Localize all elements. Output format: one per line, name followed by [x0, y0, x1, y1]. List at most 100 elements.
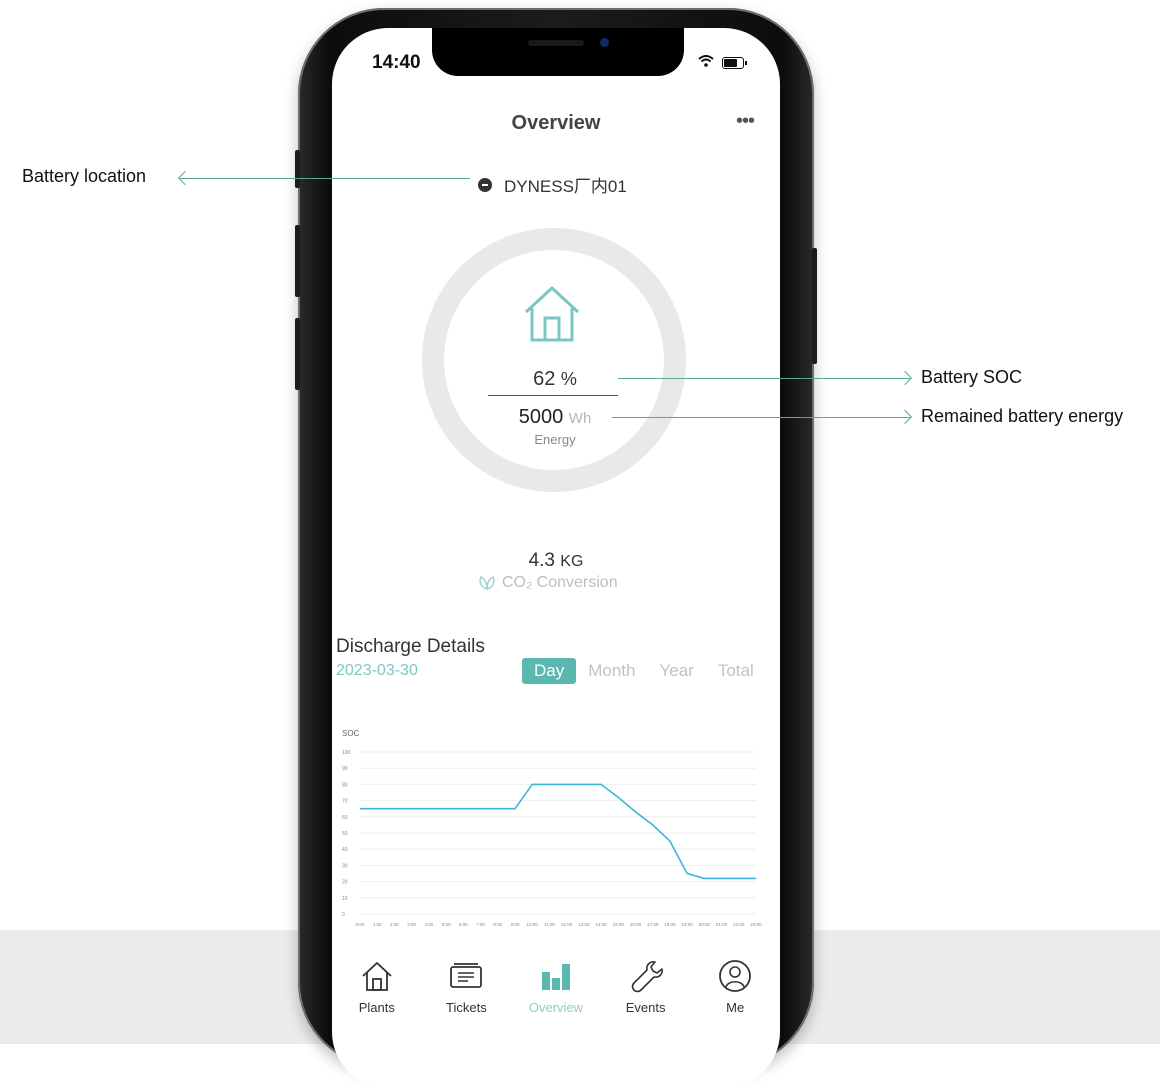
tabbar-label-plants: Plants	[359, 1000, 395, 1015]
mute-switch	[295, 150, 300, 188]
x-tick-label: 5:00	[442, 922, 451, 927]
y-axis-label: SOC	[342, 729, 360, 738]
x-tick-label: 19:00	[681, 922, 693, 927]
co2-unit: KG	[560, 553, 583, 570]
location-name: DYNESS厂内01	[504, 172, 627, 197]
volume-up-button	[295, 225, 300, 297]
annotation-line-soc	[618, 378, 910, 379]
front-camera	[600, 38, 609, 47]
x-tick-label: 17:00	[647, 922, 659, 927]
co2-label: CO₂ Conversion	[502, 574, 618, 592]
y-tick-label: 90	[342, 766, 348, 772]
annotation-line-energy	[612, 417, 910, 418]
tabbar-label-tickets: Tickets	[446, 1000, 487, 1015]
soc-unit: %	[561, 369, 577, 389]
tabbar-label-events: Events	[626, 1000, 666, 1015]
y-tick-label: 100	[342, 750, 351, 756]
y-tick-label: 0	[342, 912, 345, 918]
x-tick-label: 14:00	[595, 922, 607, 927]
ticket-icon	[448, 958, 484, 994]
energy-value: 5000	[519, 406, 564, 428]
annotation-remained-energy: Remained battery energy	[921, 406, 1123, 427]
bottom-tab-bar: Plants Tickets Overview Events	[332, 940, 780, 1020]
discharge-chart: SOC 0 10 20 30 40 50 60 70 80 90 100 0:00 1:00 2:00 3:0…	[332, 718, 772, 938]
y-tick-label: 60	[342, 815, 348, 821]
x-tick-label: 9:00	[511, 922, 520, 927]
wifi-icon	[698, 54, 714, 71]
home-icon	[359, 958, 395, 994]
page-title: Overview	[332, 112, 780, 135]
x-tick-label: 4:00	[424, 922, 433, 927]
x-tick-label: 11:00	[544, 922, 555, 927]
energy-label: Energy	[490, 432, 620, 447]
tabbar-item-tickets[interactable]: Tickets	[426, 940, 506, 1020]
tab-total[interactable]: Total	[706, 658, 766, 684]
notch	[432, 28, 684, 76]
speaker	[528, 40, 584, 46]
x-tick-label: 20:00	[699, 922, 711, 927]
x-tick-label: 18:00	[664, 922, 676, 927]
user-icon	[717, 958, 753, 994]
x-tick-label: 8:00	[493, 922, 502, 927]
soc-readout: 62 %	[490, 368, 620, 391]
x-tick-label: 23:00	[750, 922, 762, 927]
annotation-line-location	[180, 178, 470, 179]
y-tick-label: 50	[342, 831, 348, 837]
x-tick-label: 21:00	[716, 922, 728, 927]
x-tick-label: 15:00	[613, 922, 625, 927]
tab-day[interactable]: Day	[522, 658, 576, 684]
arrow-left-icon	[178, 171, 192, 185]
tabbar-label-me: Me	[726, 1000, 744, 1015]
soc-value: 62	[533, 368, 555, 390]
location-icon	[478, 178, 492, 192]
y-tick-label: 70	[342, 799, 348, 805]
x-tick-label: 22:00	[733, 922, 745, 927]
co2-label-row: CO₂ Conversion	[478, 574, 618, 592]
tabbar-label-overview: Overview	[529, 1000, 583, 1015]
status-icons	[698, 54, 744, 71]
soc-ring	[422, 228, 686, 492]
plant-location[interactable]: DYNESS厂内01	[478, 172, 627, 197]
status-time: 14:40	[372, 52, 421, 74]
soc-divider	[488, 395, 618, 396]
house-icon	[522, 282, 582, 346]
tabbar-item-overview[interactable]: Overview	[516, 940, 596, 1020]
phone-screen: 14:40 Overview ••• DYNESS厂内01 62 % 5000 …	[332, 28, 780, 1088]
arrow-right-icon	[898, 410, 912, 424]
wrench-icon	[628, 958, 664, 994]
arrow-right-icon	[898, 371, 912, 385]
tabbar-item-plants[interactable]: Plants	[337, 940, 417, 1020]
y-tick-label: 10	[342, 896, 348, 902]
discharge-title: Discharge Details	[336, 636, 485, 658]
annotation-battery-location: Battery location	[22, 166, 146, 187]
tab-year[interactable]: Year	[647, 658, 705, 684]
x-tick-label: 1:00	[373, 922, 382, 927]
tabbar-item-me[interactable]: Me	[695, 940, 775, 1020]
annotation-battery-soc: Battery SOC	[921, 367, 1022, 388]
y-tick-label: 20	[342, 880, 348, 886]
energy-unit: Wh	[569, 410, 592, 427]
y-tick-label: 80	[342, 782, 348, 788]
period-tabs: Day Month Year Total	[522, 658, 766, 684]
y-tick-label: 30	[342, 863, 348, 869]
co2-readout: 4.3 KG	[332, 550, 780, 572]
energy-readout: 5000 Wh	[490, 406, 620, 429]
tabbar-item-events[interactable]: Events	[606, 940, 686, 1020]
y-tick-label: 40	[342, 847, 348, 853]
x-tick-label: 10:00	[527, 922, 539, 927]
x-tick-label: 2:00	[390, 922, 399, 927]
x-tick-label: 7:00	[476, 922, 485, 927]
bar-chart-icon	[538, 958, 574, 994]
volume-down-button	[295, 318, 300, 390]
more-icon[interactable]: •••	[736, 110, 754, 133]
x-tick-label: 16:00	[630, 922, 642, 927]
x-tick-label: 3:00	[407, 922, 416, 927]
discharge-date[interactable]: 2023-03-30	[336, 662, 418, 680]
x-tick-label: 0:00	[356, 922, 365, 927]
power-button	[812, 248, 817, 364]
leaf-icon	[478, 575, 496, 591]
battery-icon	[722, 57, 744, 69]
soc-series-line	[360, 784, 756, 878]
x-tick-label: 12:00	[561, 922, 573, 927]
tab-month[interactable]: Month	[576, 658, 647, 684]
